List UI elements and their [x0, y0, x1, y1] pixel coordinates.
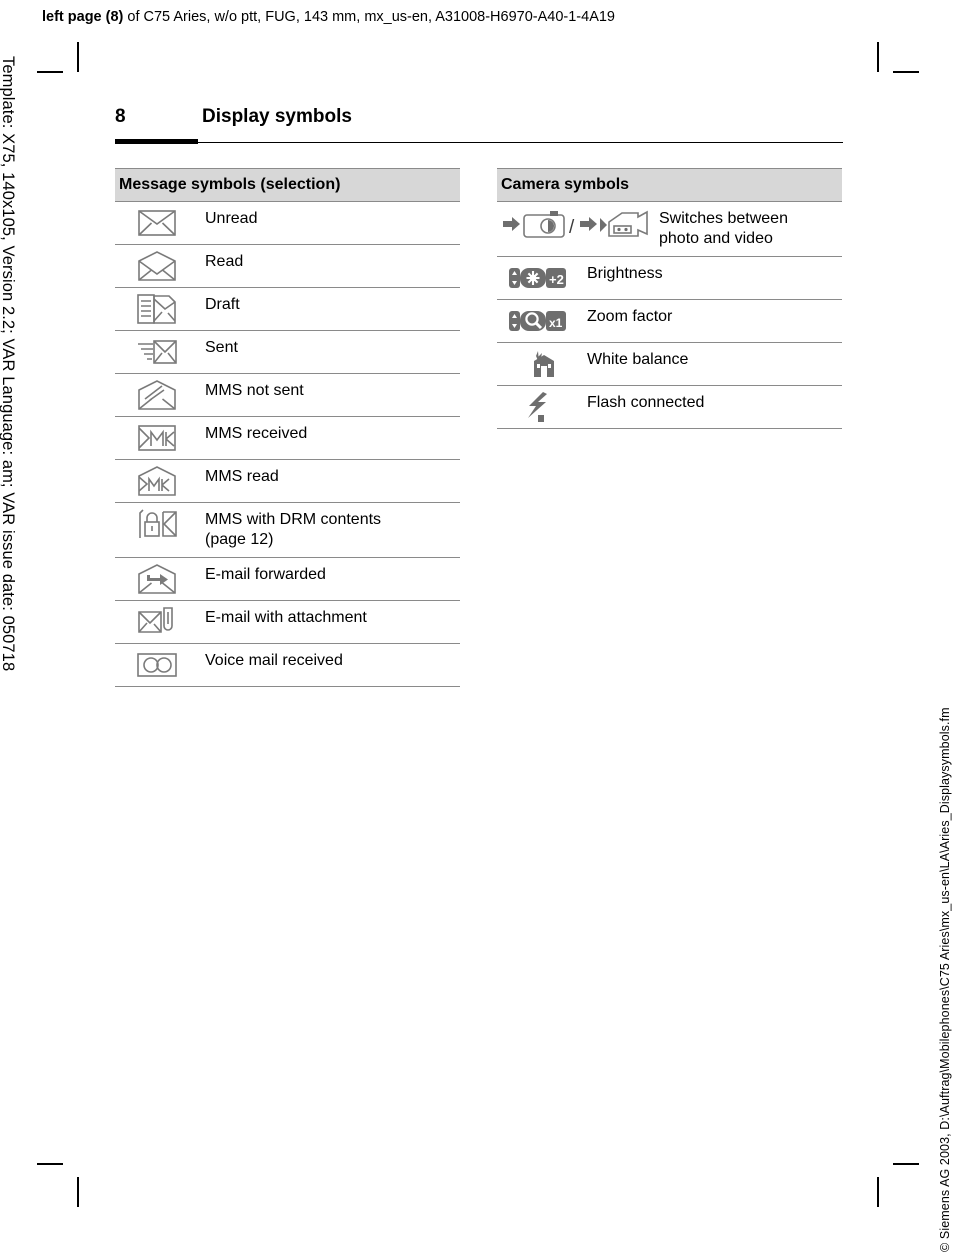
crop-mark-bottom-right-horizontal [893, 1163, 919, 1165]
crop-mark-top-right-vertical [877, 42, 879, 72]
row-label: MMS read [205, 468, 279, 485]
row-label: Switches between photo and video [653, 202, 842, 256]
draft-page-envelope-icon [115, 288, 199, 330]
page-title: Display symbols [202, 106, 352, 127]
crop-mark-top-left-vertical [77, 42, 79, 72]
table-row: E-mail forwarded [115, 558, 460, 601]
row-label: MMS not sent [205, 382, 304, 399]
table-row: MMS not sent [115, 374, 460, 417]
running-header: left page (8) of C75 Aries, w/o ptt, FUG… [42, 8, 922, 26]
table-row: E-mail with attachment [115, 601, 460, 644]
table-row: MMS with DRM contents (page 12) [115, 503, 460, 558]
table-row: Sent [115, 331, 460, 374]
mms-not-sent-icon [115, 374, 199, 416]
page-title-row: 8 Display symbols [115, 106, 843, 140]
crop-mark-bottom-left-vertical [77, 1177, 79, 1207]
table-row: Read [115, 245, 460, 288]
copyright-margin-note: © Siemens AG 2003, D:\Auftrag\Mobilephon… [938, 707, 952, 1252]
brightness-badge-value: +2 [549, 272, 564, 287]
flash-connected-icon [497, 386, 581, 428]
row-label: Zoom factor [587, 308, 673, 325]
row-label: White balance [587, 351, 689, 368]
camera-symbols-heading: Camera symbols [497, 168, 842, 202]
mms-received-icon [115, 417, 199, 459]
email-attachment-icon [115, 601, 199, 643]
row-label: MMS received [205, 425, 308, 442]
running-header-rest: of C75 Aries, w/o ptt, FUG, 143 mm, mx_u… [123, 9, 616, 25]
table-row: x1 Zoom factor [497, 300, 842, 343]
running-header-lead: left page (8) [42, 9, 124, 25]
row-label-line1: Switches between [659, 210, 788, 227]
template-margin-note: Template: X75, 140x105, Version 2.2; VAR… [0, 56, 17, 672]
crop-mark-bottom-left-horizontal [37, 1163, 63, 1165]
row-label: Read [205, 253, 244, 270]
envelope-open-icon [115, 245, 199, 287]
row-label: Unread [205, 210, 258, 227]
crop-mark-bottom-right-vertical [877, 1177, 879, 1207]
table-row: Voice mail received [115, 644, 460, 687]
message-symbols-table: Message symbols (selection) Unread Read … [115, 168, 460, 687]
table-row: MMS received [115, 417, 460, 460]
row-label: Draft [205, 296, 240, 313]
row-label: Brightness [587, 265, 663, 282]
table-row: Unread [115, 202, 460, 245]
table-row: Draft [115, 288, 460, 331]
document-page: left page (8) of C75 Aries, w/o ptt, FUG… [0, 0, 954, 1252]
title-rule-thin [198, 141, 843, 143]
row-label: E-mail forwarded [205, 566, 326, 583]
table-row: / Switches between photo and video [497, 202, 842, 257]
table-row: +2 Brightness [497, 257, 842, 300]
row-label-line2: photo and video [659, 230, 773, 247]
row-label: Sent [205, 339, 238, 356]
row-label: MMS with DRM contents (page 12) [199, 503, 460, 557]
row-label-line2: (page 12) [205, 531, 274, 548]
voice-mail-icon [115, 644, 199, 686]
envelope-sent-icon [115, 331, 199, 373]
table-row: White balance [497, 343, 842, 386]
row-label: Flash connected [587, 394, 705, 411]
zoom-factor-icon: x1 [497, 300, 581, 342]
brightness-icon: +2 [497, 257, 581, 299]
camera-symbols-table: Camera symbols / Switches between photo … [497, 168, 842, 429]
title-rule-thick [115, 139, 198, 144]
crop-mark-top-right-horizontal [893, 71, 919, 73]
white-balance-icon [497, 343, 581, 385]
zoom-badge-value: x1 [549, 316, 563, 330]
row-label: E-mail with attachment [205, 609, 367, 626]
table-row: Flash connected [497, 386, 842, 429]
envelope-closed-icon [115, 202, 199, 244]
email-forwarded-icon [115, 558, 199, 600]
mms-drm-icon [115, 503, 199, 545]
page-number: 8 [115, 106, 126, 127]
icon-separator-slash: / [569, 217, 575, 238]
table-row: MMS read [115, 460, 460, 503]
crop-mark-top-left-horizontal [37, 71, 63, 73]
row-label-line1: MMS with DRM contents [205, 511, 382, 528]
mms-read-icon [115, 460, 199, 502]
photo-video-toggle-icon: / [497, 202, 653, 246]
message-symbols-heading: Message symbols (selection) [115, 168, 460, 202]
row-label: Voice mail received [205, 652, 343, 669]
